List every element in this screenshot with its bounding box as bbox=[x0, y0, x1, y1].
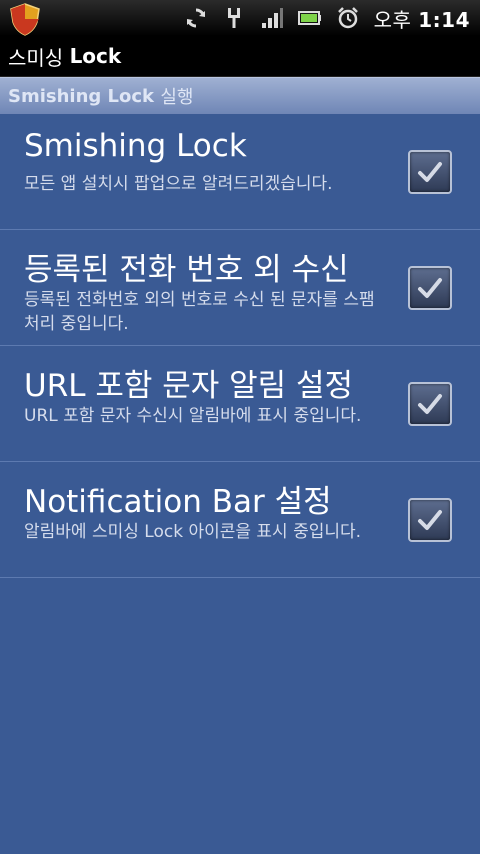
pref-title: URL 포함 문자 알림 설정 bbox=[24, 368, 354, 404]
pref-summary: 알림바에 스미싱 Lock 아이콘을 표시 중입니다. bbox=[24, 522, 362, 542]
checkbox[interactable] bbox=[408, 150, 452, 194]
signal-icon bbox=[261, 8, 283, 28]
shield-app-icon bbox=[10, 3, 40, 36]
checkmark-icon bbox=[418, 394, 442, 414]
app-title-part1: 스미싱 bbox=[8, 45, 64, 70]
checkmark-icon bbox=[418, 162, 442, 182]
category-header: Smishing Lock 실행 bbox=[0, 77, 480, 114]
pref-url-message-alert[interactable]: URL 포함 문자 알림 설정 URL 포함 문자 수신시 알림바에 표시 중입… bbox=[0, 346, 480, 462]
pref-smishing-lock[interactable]: Smishing Lock 모든 앱 설치시 팝업으로 알려드리겠습니다. bbox=[0, 114, 480, 230]
battery-icon bbox=[297, 11, 321, 25]
time-prefix: 오후 bbox=[373, 7, 412, 32]
checkmark-icon bbox=[418, 278, 442, 298]
pref-title: Smishing Lock bbox=[24, 128, 247, 164]
pref-summary: 모든 앱 설치시 팝업으로 알려드리겠습니다. bbox=[24, 174, 333, 194]
sync-icon bbox=[186, 8, 205, 28]
time-value: 1:14 bbox=[418, 7, 470, 32]
checkmark-icon bbox=[418, 510, 442, 530]
status-bar: 오후 1:14 bbox=[0, 0, 480, 36]
app-title-bar: 스미싱 Lock bbox=[0, 36, 480, 77]
checkbox[interactable] bbox=[408, 266, 452, 310]
checkbox[interactable] bbox=[408, 382, 452, 426]
pref-title: 등록된 전화 번호 외 수신 bbox=[24, 252, 349, 288]
app-title-part2: Lock bbox=[69, 44, 122, 68]
usb-icon bbox=[227, 8, 240, 28]
checkbox[interactable] bbox=[408, 498, 452, 542]
pref-registered-number-receive[interactable]: 등록된 전화 번호 외 수신 등록된 전화번호 외의 번호로 수신 된 문자를 … bbox=[0, 230, 480, 346]
category-label-bold: Smishing Lock bbox=[8, 85, 155, 107]
pref-summary: URL 포함 문자 수신시 알림바에 표시 중입니다. bbox=[24, 406, 362, 426]
alarm-icon bbox=[337, 7, 358, 29]
pref-summary: 등록된 전화번호 외의 번호로 수신 된 문자를 스팸처리 중입니다. bbox=[24, 290, 375, 334]
pref-title: Notification Bar 설정 bbox=[24, 484, 332, 520]
clock: 오후 1:14 bbox=[374, 4, 470, 33]
category-label-normal: 실행 bbox=[160, 87, 194, 108]
pref-notification-bar[interactable]: Notification Bar 설정 알림바에 스미싱 Lock 아이콘을 표… bbox=[0, 462, 480, 578]
